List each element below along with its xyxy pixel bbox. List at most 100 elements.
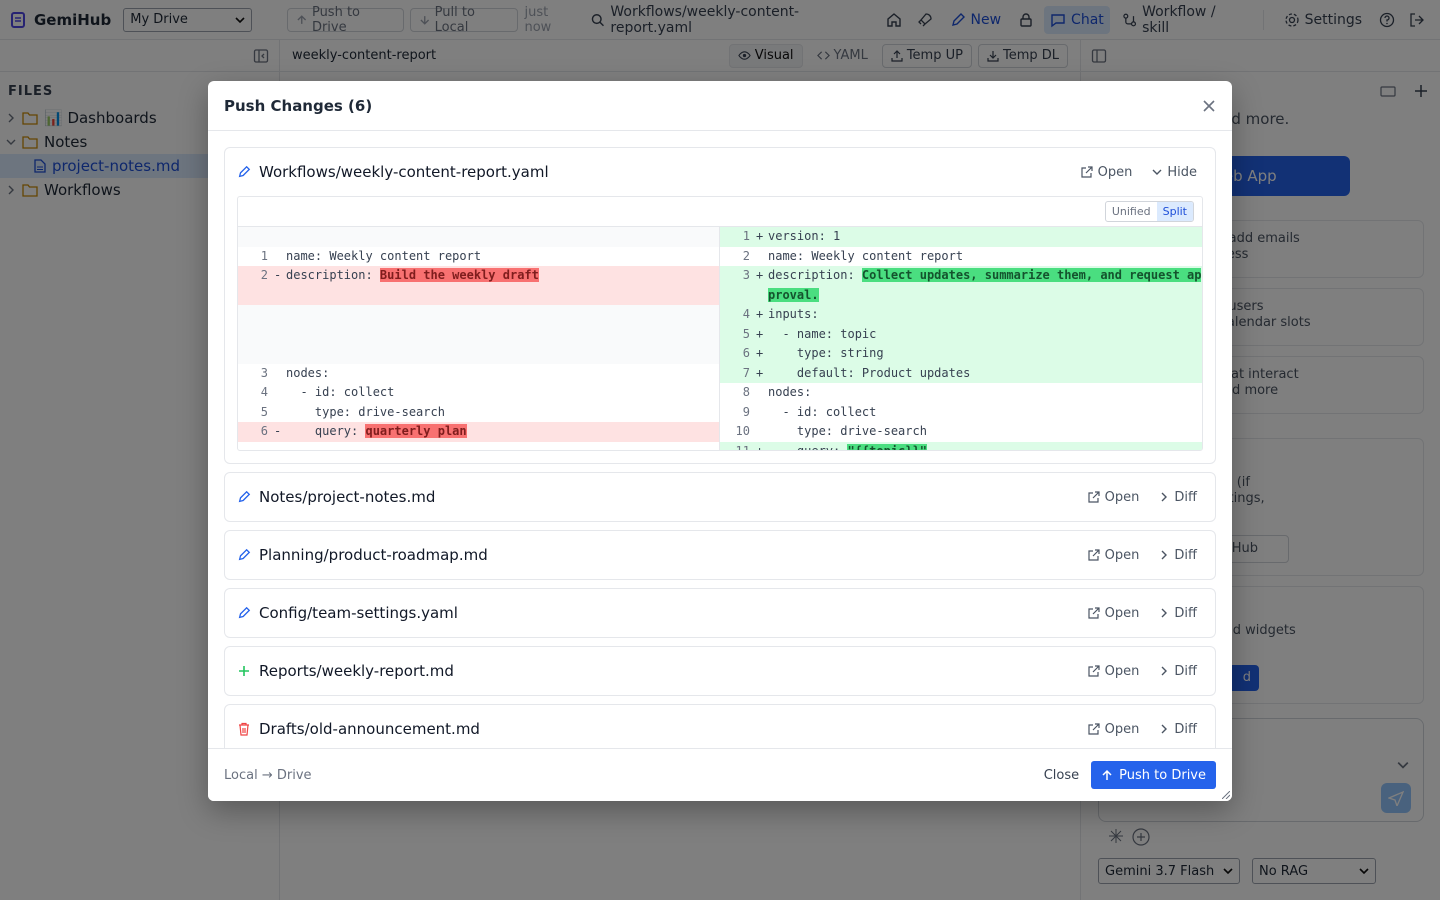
close-button[interactable]: Close	[1032, 768, 1091, 783]
diff-mode-toggle: Unified Split	[1104, 201, 1194, 222]
line-number: 4	[260, 385, 268, 399]
split-toggle[interactable]: Split	[1156, 202, 1193, 221]
changed-file-row: Reports/weekly-report.md Open Diff	[225, 647, 1215, 695]
diff-line: 6 + type: string	[720, 344, 1202, 364]
diff-line: 6- query: quarterly plan	[238, 422, 719, 442]
changed-file-row: Notes/project-notes.md Open Diff	[225, 473, 1215, 521]
diff-line: 4 + inputs:	[720, 305, 1202, 325]
diff-line: 8 nodes:	[720, 383, 1202, 403]
line-text	[286, 344, 719, 364]
line-number: 1	[260, 248, 268, 263]
diff-marker: +	[756, 268, 764, 282]
changed-file-path: Workflows/weekly-content-report.yaml	[259, 163, 549, 181]
push-to-drive-button[interactable]: Push to Drive	[1091, 761, 1216, 789]
open-button[interactable]: Open	[1082, 606, 1146, 621]
line-number	[238, 305, 274, 325]
changed-text-highlight: quarterly plan	[365, 424, 467, 438]
collapsed-files-list: Notes/project-notes.md Open Diff Plannin…	[224, 472, 1216, 748]
diff-marker: +	[756, 326, 764, 341]
line-text	[286, 227, 719, 247]
line-text: query: quarterly plan	[286, 422, 719, 442]
plus-icon	[239, 666, 249, 676]
line-number: 10	[735, 424, 750, 438]
diff-marker: +	[756, 229, 764, 243]
modal-footer: Local → Drive Close Push to Drive	[208, 748, 1232, 801]
changed-text-highlight: Build the weekly draft	[379, 268, 539, 282]
line-number: 3	[742, 268, 750, 282]
changed-file-card: Reports/weekly-report.md Open Diff	[224, 646, 1216, 696]
line-number: 9	[742, 404, 750, 419]
line-text: - id: collect	[286, 385, 395, 399]
diff-marker: -	[274, 268, 282, 282]
line-text: default: Product updates	[768, 365, 971, 380]
hide-button[interactable]: Hide	[1146, 165, 1203, 180]
open-label: Open	[1104, 663, 1140, 679]
changed-file-row: Workflows/weekly-content-report.yaml Ope…	[225, 148, 1215, 196]
diff-button[interactable]: Diff	[1153, 606, 1203, 621]
external-link-icon	[1088, 665, 1100, 677]
line-number: 2	[260, 268, 268, 282]
open-button[interactable]: Open	[1082, 722, 1146, 737]
close-icon[interactable]	[1202, 99, 1216, 113]
diff-line: 1 + version: 1	[720, 227, 1202, 247]
line-number	[238, 286, 274, 306]
line-text-prefix: query:	[768, 443, 848, 451]
diff-button[interactable]: Diff	[1153, 548, 1203, 563]
diff-line	[238, 305, 719, 325]
open-button[interactable]: Open	[1082, 490, 1146, 505]
line-text-prefix: description:	[286, 268, 380, 282]
line-number: 5	[742, 326, 750, 341]
modal-header: Push Changes (6)	[208, 81, 1232, 131]
line-number: 5	[260, 404, 268, 419]
line-text: name: Weekly content report	[768, 248, 964, 263]
external-link-icon	[1088, 549, 1100, 561]
line-number	[238, 325, 274, 345]
diff-button[interactable]: Diff	[1153, 722, 1203, 737]
diff-marker	[756, 422, 768, 442]
diff-line: 2 name: Weekly content report	[720, 247, 1202, 267]
line-number: 8	[742, 385, 750, 399]
line-text: description: Build the weekly draft	[286, 266, 719, 286]
open-button[interactable]: Open	[1075, 165, 1139, 180]
diff-marker	[756, 247, 768, 267]
line-text: query: "{{topic}}"	[768, 442, 1202, 451]
changed-file-card: Workflows/weekly-content-report.yaml Ope…	[224, 147, 1216, 464]
diff-button[interactable]: Diff	[1153, 490, 1203, 505]
diff-line: 3 + description: Collect updates, summariz…	[720, 266, 1202, 305]
open-label: Open	[1104, 605, 1140, 621]
diff-button[interactable]: Diff	[1153, 664, 1203, 679]
pencil-icon	[238, 548, 251, 561]
chevron-right-icon	[1161, 492, 1168, 502]
diff-line: 11 + query: "{{topic}}"	[720, 441, 1202, 451]
open-label: Open	[1104, 547, 1140, 563]
changed-file-row: Config/team-settings.yaml Open Diff	[225, 589, 1215, 637]
external-link-icon	[1088, 723, 1100, 735]
line-number: 7	[742, 365, 750, 380]
open-button[interactable]: Open	[1082, 664, 1146, 679]
diff-marker	[274, 383, 286, 403]
unified-toggle[interactable]: Unified	[1106, 202, 1157, 221]
diff-marker: +	[756, 365, 764, 380]
changed-file-path: Config/team-settings.yaml	[259, 604, 458, 622]
diff-line: 5 + - name: topic	[720, 324, 1202, 344]
line-number: 1	[742, 229, 750, 243]
diff-label: Diff	[1174, 547, 1197, 563]
modal-body: Workflows/weekly-content-report.yaml Ope…	[208, 131, 1232, 748]
open-button[interactable]: Open	[1082, 548, 1146, 563]
diff-line	[238, 324, 719, 345]
diff-line: 1 name: Weekly content report	[238, 247, 719, 267]
changed-file-card: Drafts/old-announcement.md Open Diff	[224, 704, 1216, 748]
diff-marker: +	[756, 307, 764, 321]
resize-handle-icon[interactable]	[1222, 791, 1230, 799]
diff-label: Diff	[1174, 605, 1197, 621]
diff-left-pane: 1 name: Weekly content report 2- descriptio…	[238, 227, 720, 450]
diff-marker	[274, 247, 286, 267]
changed-file-path: Planning/product-roadmap.md	[259, 546, 488, 564]
diff-marker	[274, 286, 286, 306]
external-link-icon	[1088, 607, 1100, 619]
external-link-icon	[1081, 166, 1093, 178]
trash-icon	[239, 722, 249, 736]
diff-marker	[274, 227, 286, 247]
push-to-drive-label: Push to Drive	[1119, 767, 1206, 783]
modal-title: Push Changes (6)	[224, 96, 373, 115]
